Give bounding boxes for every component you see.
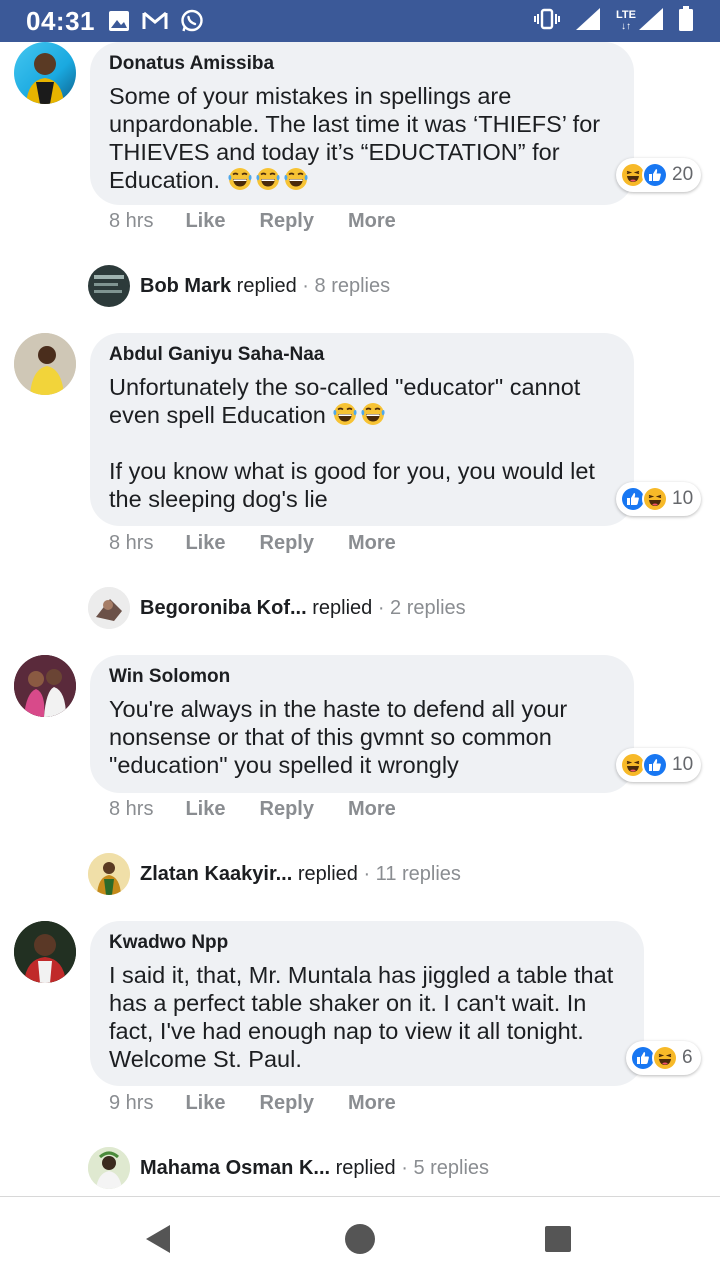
reply-count: · 5 replies	[395, 1156, 490, 1179]
comment-author[interactable]: Donatus Amissiba	[109, 52, 614, 76]
reply-button[interactable]: Reply	[260, 1092, 314, 1115]
comment-bubble[interactable]: Kwadwo Npp I said it, that, Mr. Muntala …	[90, 921, 644, 1086]
comment-bubble[interactable]: Abdul Ganiyu Saha-Naa Unfortunately the …	[90, 333, 634, 526]
avatar[interactable]	[14, 333, 76, 395]
comment-text: Unfortunately the so-called "educator" c…	[109, 374, 587, 428]
replier-name: Mahama Osman K...	[140, 1156, 331, 1179]
more-button[interactable]: More	[348, 210, 396, 233]
reaction-count: 20	[672, 164, 694, 185]
view-replies-link[interactable]: Mahama Osman K... replied · 5 replies	[88, 1146, 489, 1190]
comment-bubble[interactable]: Win Solomon You're always in the haste t…	[90, 655, 634, 793]
whatsapp-icon	[181, 9, 203, 32]
like-reaction-icon	[642, 162, 668, 188]
reply-count: · 8 replies	[296, 274, 391, 297]
replier-name: Begoroniba Kof...	[140, 596, 307, 619]
comment-text: I said it, that, Mr. Muntala has jiggled…	[109, 962, 620, 1072]
back-icon	[146, 1225, 170, 1253]
laughing-emoji-icon	[255, 166, 281, 192]
reply-button[interactable]: Reply	[260, 532, 314, 555]
like-reaction-icon	[642, 752, 668, 778]
avatar[interactable]	[14, 42, 76, 104]
reaction-summary[interactable]: 6	[626, 1041, 701, 1075]
system-navigation-bar	[0, 1196, 720, 1280]
reply-avatar	[88, 587, 130, 629]
replier-name: Bob Mark	[140, 274, 232, 297]
view-replies-link[interactable]: Begoroniba Kof... replied · 2 replies	[88, 586, 466, 630]
laughing-emoji-group	[227, 167, 311, 193]
laughing-emoji-icon	[227, 166, 253, 192]
signal-icon-lte	[639, 8, 663, 30]
like-button[interactable]: Like	[185, 210, 225, 233]
home-button[interactable]	[340, 1219, 380, 1259]
like-button[interactable]: Like	[185, 798, 225, 821]
recents-icon	[545, 1226, 571, 1252]
replied-word: replied	[231, 274, 297, 297]
laughing-emoji-group	[332, 402, 388, 428]
reply-avatar	[88, 853, 130, 895]
home-icon	[345, 1224, 375, 1254]
back-button[interactable]	[138, 1219, 178, 1259]
signal-icon	[576, 8, 601, 30]
reaction-summary[interactable]: 10	[616, 748, 702, 782]
reply-button[interactable]: Reply	[260, 210, 314, 233]
comment-bubble[interactable]: Donatus Amissiba Some of your mistakes i…	[90, 42, 634, 205]
reaction-count: 10	[672, 754, 694, 775]
status-bar: 04:31 LTE ↓↑	[0, 0, 720, 42]
reply-button[interactable]: Reply	[260, 798, 314, 821]
comment-timestamp: 8 hrs	[109, 210, 154, 232]
comment-author[interactable]: Win Solomon	[109, 665, 614, 689]
comment-thread[interactable]: Donatus Amissiba Some of your mistakes i…	[0, 42, 720, 1196]
view-replies-link[interactable]: Bob Mark replied · 8 replies	[88, 264, 390, 308]
replied-word: replied	[306, 596, 373, 619]
comment-timestamp: 8 hrs	[109, 532, 154, 554]
comment-timestamp: 9 hrs	[109, 1092, 154, 1114]
haha-reaction-icon	[652, 1045, 678, 1071]
comment-actions: 8 hrs Like Reply More	[109, 532, 430, 555]
gmail-icon	[142, 11, 168, 29]
reaction-count: 6	[682, 1047, 693, 1068]
more-button[interactable]: More	[348, 798, 396, 821]
replied-word: replied	[292, 862, 358, 885]
more-button[interactable]: More	[348, 1092, 396, 1115]
comment-author[interactable]: Kwadwo Npp	[109, 931, 624, 955]
replied-word: replied	[330, 1156, 396, 1179]
vibrate-icon	[534, 8, 561, 30]
reaction-summary[interactable]: 10	[616, 482, 702, 516]
status-time: 04:31	[26, 6, 95, 36]
reply-avatar	[88, 265, 130, 307]
network-type-label: LTE ↓↑	[616, 9, 636, 33]
laughing-emoji-icon	[283, 166, 309, 192]
recents-button[interactable]	[538, 1219, 578, 1259]
like-button[interactable]: Like	[185, 1092, 225, 1115]
reaction-summary[interactable]: 20	[616, 158, 702, 192]
comment-timestamp: 8 hrs	[109, 798, 154, 820]
comment-actions: 9 hrs Like Reply More	[109, 1092, 430, 1115]
view-replies-link[interactable]: Zlatan Kaakyir... replied · 11 replies	[88, 852, 461, 896]
comment-text: Some of your mistakes in spellings are u…	[109, 83, 607, 193]
reply-count: · 2 replies	[372, 596, 466, 619]
haha-reaction-icon	[642, 486, 668, 512]
comment-text: If you know what is good for you, you wo…	[109, 458, 602, 512]
laughing-emoji-icon	[360, 401, 386, 427]
laughing-emoji-icon	[332, 401, 358, 427]
reply-avatar	[88, 1147, 130, 1189]
comment-author[interactable]: Abdul Ganiyu Saha-Naa	[109, 343, 614, 367]
reaction-count: 10	[672, 488, 694, 509]
comment-actions: 8 hrs Like Reply More	[109, 210, 430, 233]
avatar[interactable]	[14, 655, 76, 717]
more-button[interactable]: More	[348, 532, 396, 555]
like-button[interactable]: Like	[185, 532, 225, 555]
avatar[interactable]	[14, 921, 76, 983]
gallery-icon	[109, 11, 129, 31]
battery-icon	[679, 6, 693, 31]
comment-actions: 8 hrs Like Reply More	[109, 798, 430, 821]
replier-name: Zlatan Kaakyir...	[140, 862, 293, 885]
comment-text: You're always in the haste to defend all…	[109, 696, 574, 778]
reply-count: · 11 replies	[357, 862, 461, 885]
